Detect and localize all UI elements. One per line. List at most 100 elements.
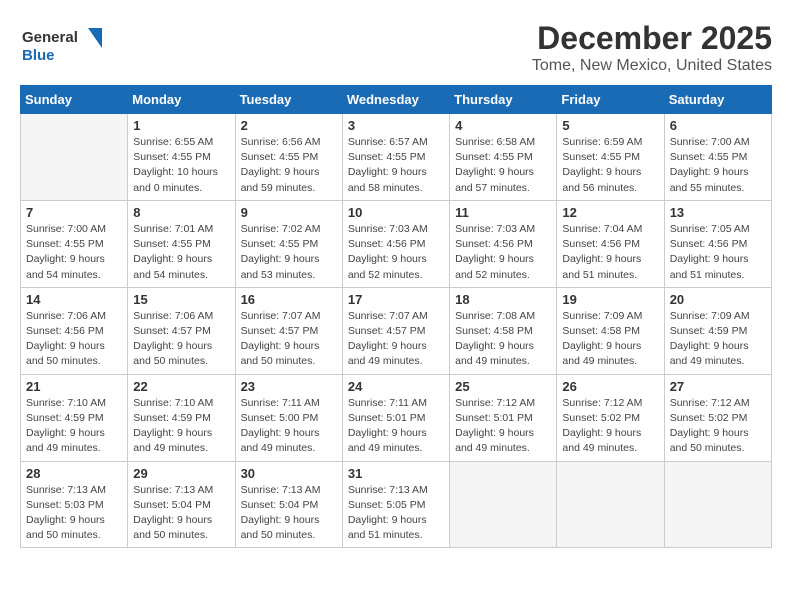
day-info: Sunrise: 7:13 AMSunset: 5:05 PMDaylight:… — [348, 483, 444, 544]
logo-svg: General Blue — [20, 20, 110, 70]
day-number: 28 — [26, 466, 122, 481]
day-info: Sunrise: 7:00 AMSunset: 4:55 PMDaylight:… — [670, 135, 766, 196]
day-info: Sunrise: 7:08 AMSunset: 4:58 PMDaylight:… — [455, 309, 551, 370]
week-row-1: 1Sunrise: 6:55 AMSunset: 4:55 PMDaylight… — [21, 114, 772, 201]
day-number: 17 — [348, 292, 444, 307]
calendar-header-row: SundayMondayTuesdayWednesdayThursdayFrid… — [21, 86, 772, 114]
day-number: 5 — [562, 118, 658, 133]
calendar-cell: 8 Sunrise: 7:01 AMSunset: 4:55 PMDaylight… — [128, 200, 235, 287]
day-info: Sunrise: 7:11 AMSunset: 5:01 PMDaylight:… — [348, 396, 444, 457]
day-info: Sunrise: 7:03 AMSunset: 4:56 PMDaylight:… — [348, 222, 444, 283]
calendar-cell: 4Sunrise: 6:58 AMSunset: 4:55 PMDaylight… — [450, 114, 557, 201]
day-info: Sunrise: 7:12 AMSunset: 5:02 PMDaylight:… — [562, 396, 658, 457]
calendar-cell: 3Sunrise: 6:57 AMSunset: 4:55 PMDaylight… — [342, 114, 449, 201]
day-number: 24 — [348, 379, 444, 394]
calendar-cell: 26 Sunrise: 7:12 AMSunset: 5:02 PMDayligh… — [557, 374, 664, 461]
calendar-cell: 23Sunrise: 7:11 AMSunset: 5:00 PMDayligh… — [235, 374, 342, 461]
day-info: Sunrise: 7:12 AMSunset: 5:01 PMDaylight:… — [455, 396, 551, 457]
calendar-cell: 27 Sunrise: 7:12 AMSunset: 5:02 PMDayligh… — [664, 374, 771, 461]
day-number: 2 — [241, 118, 337, 133]
column-header-monday: Monday — [128, 86, 235, 114]
calendar-cell: 13Sunrise: 7:05 AMSunset: 4:56 PMDayligh… — [664, 200, 771, 287]
day-number: 26 — [562, 379, 658, 394]
calendar-cell: 24 Sunrise: 7:11 AMSunset: 5:01 PMDayligh… — [342, 374, 449, 461]
day-number: 10 — [348, 205, 444, 220]
calendar-cell: 6 Sunrise: 7:00 AMSunset: 4:55 PMDaylight… — [664, 114, 771, 201]
day-number: 31 — [348, 466, 444, 481]
day-number: 20 — [670, 292, 766, 307]
day-info: Sunrise: 7:13 AMSunset: 5:04 PMDaylight:… — [241, 483, 337, 544]
day-number: 7 — [26, 205, 122, 220]
day-info: Sunrise: 7:00 AMSunset: 4:55 PMDaylight:… — [26, 222, 122, 283]
calendar-cell: 31 Sunrise: 7:13 AMSunset: 5:05 PMDayligh… — [342, 461, 449, 548]
day-number: 30 — [241, 466, 337, 481]
day-info: Sunrise: 7:04 AMSunset: 4:56 PMDaylight:… — [562, 222, 658, 283]
column-header-tuesday: Tuesday — [235, 86, 342, 114]
page-header: General Blue December 2025 Tome, New Mex… — [20, 20, 772, 75]
calendar-cell: 5 Sunrise: 6:59 AMSunset: 4:55 PMDaylight… — [557, 114, 664, 201]
calendar-cell: 17 Sunrise: 7:07 AMSunset: 4:57 PMDayligh… — [342, 287, 449, 374]
day-info: Sunrise: 6:55 AMSunset: 4:55 PMDaylight:… — [133, 135, 229, 196]
day-number: 21 — [26, 379, 122, 394]
day-number: 14 — [26, 292, 122, 307]
day-info: Sunrise: 7:12 AMSunset: 5:02 PMDaylight:… — [670, 396, 766, 457]
calendar-cell — [450, 461, 557, 548]
day-info: Sunrise: 7:10 AMSunset: 4:59 PMDaylight:… — [133, 396, 229, 457]
day-number: 16 — [241, 292, 337, 307]
day-info: Sunrise: 7:09 AMSunset: 4:59 PMDaylight:… — [670, 309, 766, 370]
calendar-cell: 18 Sunrise: 7:08 AMSunset: 4:58 PMDayligh… — [450, 287, 557, 374]
day-info: Sunrise: 7:06 AMSunset: 4:57 PMDaylight:… — [133, 309, 229, 370]
calendar-cell: 28Sunrise: 7:13 AMSunset: 5:03 PMDayligh… — [21, 461, 128, 548]
calendar-cell: 16 Sunrise: 7:07 AMSunset: 4:57 PMDayligh… — [235, 287, 342, 374]
calendar-cell: 7 Sunrise: 7:00 AMSunset: 4:55 PMDaylight… — [21, 200, 128, 287]
day-number: 23 — [241, 379, 337, 394]
calendar-cell: 15 Sunrise: 7:06 AMSunset: 4:57 PMDayligh… — [128, 287, 235, 374]
day-number: 3 — [348, 118, 444, 133]
day-number: 18 — [455, 292, 551, 307]
day-info: Sunrise: 7:07 AMSunset: 4:57 PMDaylight:… — [241, 309, 337, 370]
day-number: 6 — [670, 118, 766, 133]
column-header-saturday: Saturday — [664, 86, 771, 114]
calendar-cell: 21Sunrise: 7:10 AMSunset: 4:59 PMDayligh… — [21, 374, 128, 461]
svg-text:General: General — [22, 29, 78, 46]
day-number: 8 — [133, 205, 229, 220]
day-number: 13 — [670, 205, 766, 220]
calendar-cell: 11Sunrise: 7:03 AMSunset: 4:56 PMDayligh… — [450, 200, 557, 287]
calendar-cell: 22 Sunrise: 7:10 AMSunset: 4:59 PMDayligh… — [128, 374, 235, 461]
calendar-cell: 30 Sunrise: 7:13 AMSunset: 5:04 PMDayligh… — [235, 461, 342, 548]
calendar-cell: 20 Sunrise: 7:09 AMSunset: 4:59 PMDayligh… — [664, 287, 771, 374]
day-number: 9 — [241, 205, 337, 220]
location-title: Tome, New Mexico, United States — [532, 57, 772, 75]
day-number: 29 — [133, 466, 229, 481]
week-row-5: 28Sunrise: 7:13 AMSunset: 5:03 PMDayligh… — [21, 461, 772, 548]
column-header-friday: Friday — [557, 86, 664, 114]
day-info: Sunrise: 6:58 AMSunset: 4:55 PMDaylight:… — [455, 135, 551, 196]
day-info: Sunrise: 7:03 AMSunset: 4:56 PMDaylight:… — [455, 222, 551, 283]
month-title: December 2025 — [532, 20, 772, 57]
day-number: 27 — [670, 379, 766, 394]
title-area: December 2025 Tome, New Mexico, United S… — [532, 20, 772, 75]
column-header-thursday: Thursday — [450, 86, 557, 114]
calendar-cell: 2 Sunrise: 6:56 AMSunset: 4:55 PMDaylight… — [235, 114, 342, 201]
calendar-cell: 29Sunrise: 7:13 AMSunset: 5:04 PMDayligh… — [128, 461, 235, 548]
column-header-wednesday: Wednesday — [342, 86, 449, 114]
day-info: Sunrise: 7:07 AMSunset: 4:57 PMDaylight:… — [348, 309, 444, 370]
logo: General Blue — [20, 20, 110, 70]
day-number: 15 — [133, 292, 229, 307]
calendar-cell: 25Sunrise: 7:12 AMSunset: 5:01 PMDayligh… — [450, 374, 557, 461]
week-row-4: 21 Sunrise: 7:10 AMSunset: 4:59 PMDayligh… — [21, 374, 772, 461]
calendar-table: SundayMondayTuesdayWednesdayThursdayFrid… — [20, 85, 772, 548]
calendar-cell: 12 Sunrise: 7:04 AMSunset: 4:56 PMDayligh… — [557, 200, 664, 287]
day-number: 12 — [562, 205, 658, 220]
calendar-cell — [664, 461, 771, 548]
day-info: Sunrise: 7:01 AMSunset: 4:55 PMDaylight:… — [133, 222, 229, 283]
day-info: Sunrise: 6:59 AMSunset: 4:55 PMDaylight:… — [562, 135, 658, 196]
day-number: 22 — [133, 379, 229, 394]
svg-text:Blue: Blue — [22, 47, 55, 64]
day-info: Sunrise: 7:06 AMSunset: 4:56 PMDaylight:… — [26, 309, 122, 370]
column-header-sunday: Sunday — [21, 86, 128, 114]
day-info: Sunrise: 6:56 AMSunset: 4:55 PMDaylight:… — [241, 135, 337, 196]
calendar-cell — [557, 461, 664, 548]
calendar-cell — [21, 114, 128, 201]
calendar-cell: 9Sunrise: 7:02 AMSunset: 4:55 PMDaylight… — [235, 200, 342, 287]
